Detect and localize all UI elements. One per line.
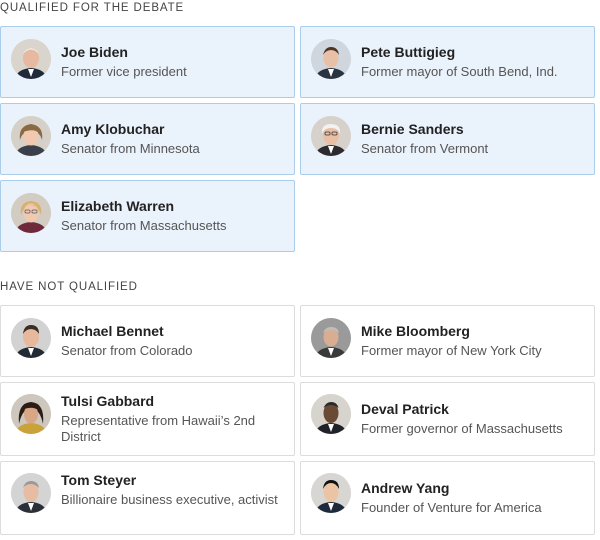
candidate-name: Bernie Sanders: [361, 121, 464, 137]
candidate-role: Senator from Massachusetts: [61, 218, 227, 233]
candidate-role: Former mayor of New York City: [361, 343, 542, 358]
candidate-card-tulsi-gabbard[interactable]: Tulsi Gabbard Representative from Hawaii…: [0, 382, 295, 456]
candidate-name: Andrew Yang: [361, 480, 450, 496]
candidate-card-michael-bennet[interactable]: Michael Bennet Senator from Colorado: [0, 305, 295, 377]
candidate-role: Senator from Minnesota: [61, 141, 200, 156]
candidate-name: Tulsi Gabbard: [61, 393, 155, 409]
candidate-name: Michael Bennet: [61, 323, 164, 339]
deval-patrick-avatar: [311, 394, 351, 434]
candidate-role: Senator from Vermont: [361, 141, 489, 156]
candidate-card-joe-biden[interactable]: Joe Biden Former vice president: [0, 26, 295, 98]
candidate-name: Elizabeth Warren: [61, 198, 175, 214]
not-qualified-section-label: HAVE NOT QUALIFIED: [0, 281, 138, 293]
candidate-card-amy-klobuchar[interactable]: Amy Klobuchar Senator from Minnesota: [0, 103, 295, 175]
candidate-name: Pete Buttigieg: [361, 44, 456, 60]
candidate-name: Amy Klobuchar: [61, 121, 165, 137]
tulsi-gabbard-avatar: [11, 394, 51, 434]
tom-steyer-avatar: [11, 473, 51, 513]
candidate-card-bernie-sanders[interactable]: Bernie Sanders Senator from Vermont: [300, 103, 595, 175]
elizabeth-warren-avatar: [11, 193, 51, 233]
bernie-sanders-avatar: [311, 116, 351, 156]
michael-bennet-avatar: [11, 318, 51, 358]
candidate-name: Joe Biden: [61, 44, 128, 60]
joe-biden-avatar: [11, 39, 51, 79]
candidate-role: Founder of Venture for America: [361, 500, 542, 515]
qualified-section-label: QUALIFIED FOR THE DEBATE: [0, 2, 185, 14]
candidate-role: Former governor of Massachusetts: [361, 421, 563, 436]
candidate-role: Billionaire business executive, activist: [61, 492, 278, 507]
candidate-role: Former mayor of South Bend, Ind.: [361, 64, 558, 79]
candidate-card-deval-patrick[interactable]: Deval Patrick Former governor of Massach…: [300, 382, 595, 456]
candidate-card-elizabeth-warren[interactable]: Elizabeth Warren Senator from Massachuse…: [0, 180, 295, 252]
candidate-card-andrew-yang[interactable]: Andrew Yang Founder of Venture for Ameri…: [300, 461, 595, 535]
andrew-yang-avatar: [311, 473, 351, 513]
candidate-card-mike-bloomberg[interactable]: Mike Bloomberg Former mayor of New York …: [300, 305, 595, 377]
candidate-name: Deval Patrick: [361, 401, 449, 417]
candidate-role: Former vice president: [61, 64, 187, 79]
candidate-card-tom-steyer[interactable]: Tom Steyer Billionaire business executiv…: [0, 461, 295, 535]
mike-bloomberg-avatar: [311, 318, 351, 358]
candidate-role: Representative from Hawaii’s 2nd Distric…: [61, 413, 256, 444]
candidate-card-pete-buttigieg[interactable]: Pete Buttigieg Former mayor of South Ben…: [300, 26, 595, 98]
candidate-role: Senator from Colorado: [61, 343, 193, 358]
candidate-name: Tom Steyer: [61, 472, 137, 488]
candidate-name: Mike Bloomberg: [361, 323, 470, 339]
pete-buttigieg-avatar: [311, 39, 351, 79]
amy-klobuchar-avatar: [11, 116, 51, 156]
